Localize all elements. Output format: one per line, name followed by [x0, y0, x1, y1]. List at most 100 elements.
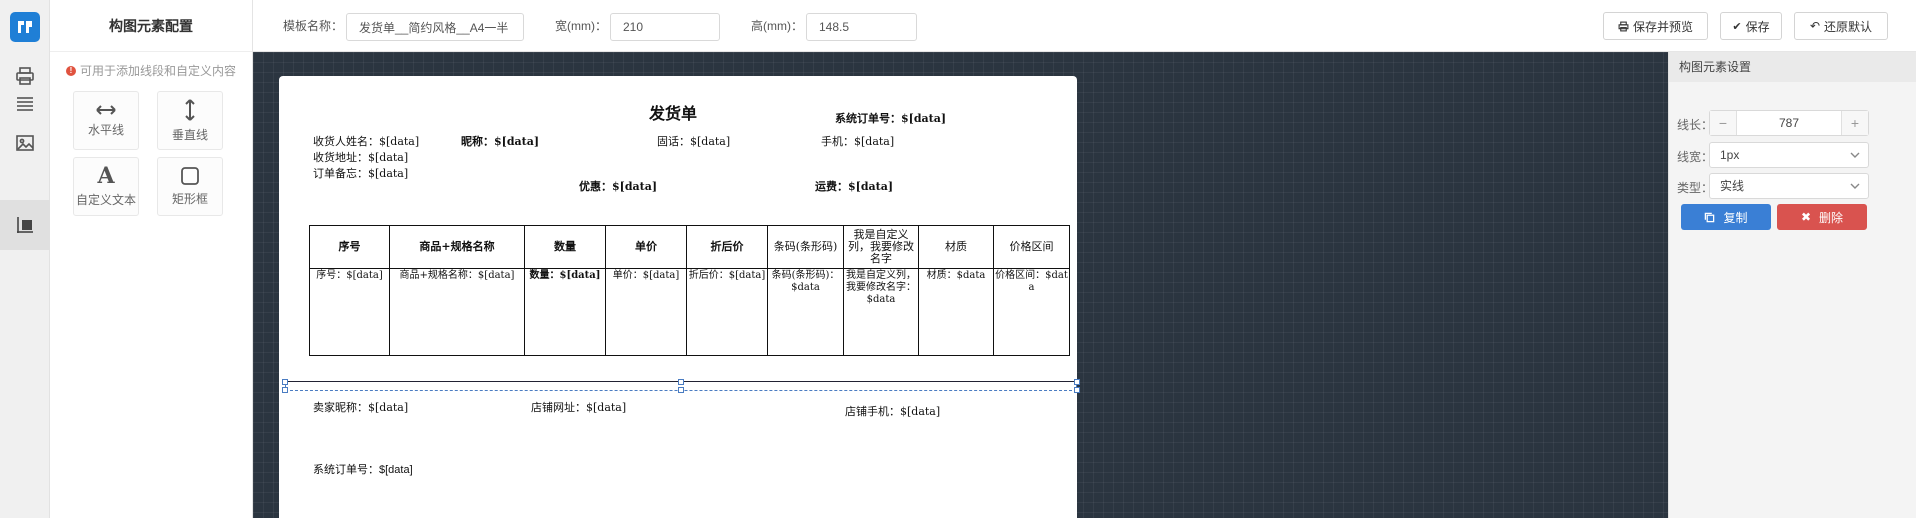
tool-grid: 水平线 垂直线 A 自定义文本 矩形框: [73, 91, 243, 216]
element-palette-panel: 构图元素配置 ! 可用于添加线段和自定义内容 水平线 垂直线 A 自定义文本 矩…: [50, 0, 253, 518]
discount-field[interactable]: 优惠：$[data]: [579, 178, 657, 194]
palette-hint: ! 可用于添加线段和自定义内容: [50, 62, 252, 79]
info-icon: !: [65, 65, 76, 76]
line-type-select[interactable]: 实线: [1709, 173, 1869, 199]
logo-icon[interactable]: [10, 12, 40, 42]
copy-button[interactable]: 复制: [1681, 204, 1771, 230]
tool-label: 水平线: [87, 123, 124, 137]
sys-order-top[interactable]: 系统订单号：$[data]: [835, 110, 946, 126]
vertical-line-tool[interactable]: 垂直线: [157, 91, 223, 150]
table-cell[interactable]: 我是自定义列，我要修改名字：$data: [843, 268, 919, 356]
close-icon: ✖: [1800, 210, 1812, 224]
address-field[interactable]: 收货地址：$[data]: [313, 149, 408, 165]
goods-table[interactable]: 序号 商品+规格名称 数量 单价 折后价 条码(条形码) 我是自定义列，我要修改…: [309, 225, 1070, 356]
image-icon[interactable]: [0, 118, 50, 168]
table-cell[interactable]: 价格区间：$data: [993, 268, 1070, 356]
table-header-row: 序号 商品+规格名称 数量 单价 折后价 条码(条形码) 我是自定义列，我要修改…: [309, 225, 1070, 269]
resize-handle[interactable]: [1074, 379, 1080, 385]
palette-hint-text: 可用于添加线段和自定义内容: [79, 64, 236, 78]
width-input[interactable]: [610, 13, 720, 41]
line-length-stepper[interactable]: − 787 +: [1709, 110, 1869, 136]
chevron-down-icon: [1850, 152, 1860, 158]
rectangle-icon: [181, 167, 199, 185]
table-cell[interactable]: 序号：$[data]: [309, 268, 390, 356]
order-note-field[interactable]: 订单备忘：$[data]: [313, 165, 408, 181]
print-paper[interactable]: 发货单 系统订单号：$[data] 收货人姓名：$[data] 昵称：$[dat…: [279, 76, 1080, 518]
top-toolbar: 模板名称： 宽(mm)： 高(mm)： 保存并预览 ✔ 保存 ↶ 还原默认: [253, 0, 1916, 52]
custom-text-tool[interactable]: A 自定义文本: [73, 157, 139, 216]
check-icon: ✔: [1732, 20, 1742, 33]
line-length-value[interactable]: 787: [1736, 111, 1842, 135]
save-button[interactable]: ✔ 保存: [1720, 12, 1782, 40]
resize-handle[interactable]: [678, 379, 684, 385]
palette-title: 构图元素配置: [50, 0, 252, 52]
phone-field[interactable]: 固话：$[data]: [657, 133, 730, 149]
table-row: 序号：$[data] 商品+规格名称：$[data] 数量：$[data] 单价…: [309, 268, 1070, 356]
table-header-cell[interactable]: 折后价: [686, 225, 768, 269]
layout-element-icon[interactable]: [0, 200, 50, 250]
table-header-cell[interactable]: 序号: [309, 225, 390, 269]
save-label: 保存: [1745, 19, 1770, 34]
printer-icon: [1618, 21, 1629, 31]
restore-default-button[interactable]: ↶ 还原默认: [1794, 12, 1888, 40]
sys-order-bottom[interactable]: 系统订单号：$[data]: [313, 461, 413, 477]
template-name-label: 模板名称：: [283, 19, 344, 33]
table-cell[interactable]: 数量：$[data]: [524, 268, 606, 356]
table-cell[interactable]: 材质：$data: [918, 268, 994, 356]
table-header-cell[interactable]: 条码(条形码): [767, 225, 844, 269]
table-cell[interactable]: 商品+规格名称：$[data]: [389, 268, 525, 356]
nickname-field[interactable]: 昵称：$[data]: [461, 133, 539, 149]
template-name-input[interactable]: [346, 13, 524, 41]
undo-icon: ↶: [1809, 19, 1821, 33]
table-header-cell[interactable]: 价格区间: [993, 225, 1070, 269]
table-header-cell[interactable]: 我是自定义列，我要修改名字: [843, 225, 919, 269]
receiver-name-field[interactable]: 收货人姓名：$[data]: [313, 133, 419, 149]
table-header-cell[interactable]: 材质: [918, 225, 994, 269]
minus-icon[interactable]: −: [1710, 111, 1736, 135]
save-preview-label: 保存并预览: [1632, 19, 1693, 34]
height-input[interactable]: [806, 13, 917, 41]
tool-label: 矩形框: [171, 192, 208, 206]
plus-icon[interactable]: +: [1842, 111, 1868, 135]
selected-horizontal-line[interactable]: [282, 379, 1080, 393]
resize-handle[interactable]: [678, 387, 684, 393]
horizontal-arrow-icon: [96, 105, 116, 115]
vertical-arrow-icon: [185, 99, 195, 121]
tool-label: 垂直线: [171, 128, 208, 142]
table-header-cell[interactable]: 商品+规格名称: [389, 225, 525, 269]
mobile-field[interactable]: 手机：$[data]: [821, 133, 894, 149]
copy-label: 复制: [1723, 210, 1748, 225]
paper-title[interactable]: 发货单: [649, 100, 697, 124]
delete-button[interactable]: ✖ 删除: [1777, 204, 1867, 230]
copy-icon: [1705, 212, 1715, 222]
table-header-cell[interactable]: 单价: [605, 225, 687, 269]
horizontal-line-tool[interactable]: 水平线: [73, 91, 139, 150]
line-width-select[interactable]: 1px: [1709, 142, 1869, 168]
element-settings-panel: 构图元素设置 线长： − 787 + 线宽： 1px 类型： 实线 复制 ✖ 删…: [1668, 52, 1916, 518]
resize-handle[interactable]: [282, 387, 288, 393]
height-label: 高(mm)：: [751, 19, 803, 33]
chevron-down-icon: [1850, 183, 1860, 189]
shop-mobile-field[interactable]: 店铺手机：$[data]: [845, 403, 940, 419]
line-width-value: 1px: [1720, 148, 1740, 162]
letter-a-icon: A: [97, 163, 115, 189]
tool-label: 自定义文本: [75, 193, 136, 207]
table-cell[interactable]: 单价：$[data]: [605, 268, 687, 356]
line-width-label: 线宽：: [1677, 150, 1714, 164]
seller-nick-field[interactable]: 卖家昵称：$[data]: [313, 399, 408, 415]
save-preview-button[interactable]: 保存并预览: [1603, 12, 1708, 40]
delete-label: 删除: [1819, 210, 1844, 225]
table-header-cell[interactable]: 数量: [524, 225, 606, 269]
shop-url-field[interactable]: 店铺网址：$[data]: [531, 399, 626, 415]
resize-handle[interactable]: [282, 379, 288, 385]
design-canvas[interactable]: 发货单 系统订单号：$[data] 收货人姓名：$[data] 昵称：$[dat…: [253, 52, 1668, 518]
width-label: 宽(mm)：: [555, 19, 607, 33]
table-cell[interactable]: 条码(条形码)：$data: [767, 268, 844, 356]
table-cell[interactable]: 折后价：$[data]: [686, 268, 768, 356]
line-length-label: 线长：: [1677, 118, 1714, 132]
resize-handle[interactable]: [1074, 387, 1080, 393]
left-icon-rail: [0, 0, 50, 518]
rectangle-tool[interactable]: 矩形框: [157, 157, 223, 216]
freight-field[interactable]: 运费：$[data]: [815, 178, 893, 194]
restore-label: 还原默认: [1824, 19, 1873, 34]
